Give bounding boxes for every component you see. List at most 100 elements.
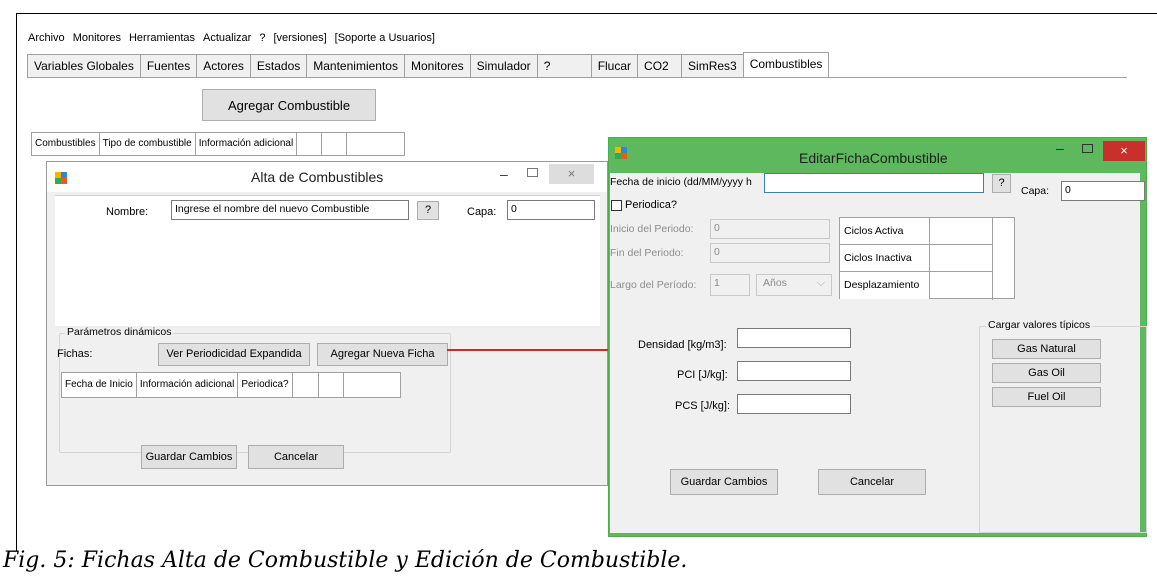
- col-empty-b: [319, 373, 344, 397]
- tab-flucar[interactable]: Flucar: [590, 54, 638, 78]
- tab-co2[interactable]: CO2: [637, 54, 682, 78]
- ciclos-activa-cell[interactable]: Ciclos Activa: [840, 218, 930, 245]
- ciclos-inactiva-cell[interactable]: Ciclos Inactiva: [840, 245, 930, 272]
- col-empty-3: [347, 133, 372, 155]
- minimize-icon[interactable]: –: [500, 166, 508, 182]
- fuel-grid-header: Combustibles Tipo de combustible Informa…: [31, 132, 405, 156]
- cargar-label: Cargar valores típicos: [986, 319, 1093, 331]
- fin-label: Fin del Periodo:: [610, 247, 684, 259]
- grid-line: [930, 244, 992, 245]
- edit-titlebar: EditarFichaCombustible – ×: [609, 138, 1146, 172]
- tab-mantenimientos[interactable]: Mantenimientos: [306, 54, 404, 78]
- tab-combustibles[interactable]: Combustibles: [742, 52, 830, 78]
- fecha-input[interactable]: [764, 173, 984, 193]
- figure-frame-top: [16, 13, 1157, 14]
- close-icon[interactable]: ×: [1103, 141, 1145, 161]
- col-periodica[interactable]: Periodica?: [238, 373, 293, 397]
- ver-periodicidad-button[interactable]: Ver Periodicidad Expandida: [158, 343, 310, 366]
- alta-capa-label: Capa:: [467, 206, 497, 218]
- menu-soporte[interactable]: [Soporte a Usuarios]: [335, 32, 435, 46]
- tab-actores[interactable]: Actores: [196, 54, 250, 78]
- densidad-label: Densidad [kg/m3]:: [638, 339, 727, 351]
- nombre-label: Nombre:: [106, 206, 149, 218]
- col-info[interactable]: Información adicional: [196, 133, 298, 155]
- desplazamiento-cell[interactable]: Desplazamiento: [840, 272, 930, 299]
- gas-oil-button[interactable]: Gas Oil: [992, 363, 1101, 383]
- app-icon: [615, 147, 627, 159]
- col-combustibles[interactable]: Combustibles: [32, 133, 100, 155]
- fichas-label: Fichas:: [57, 348, 93, 360]
- largo-label: Largo del Período:: [610, 279, 697, 291]
- fin-input[interactable]: 0: [710, 243, 830, 263]
- menu-archivo[interactable]: Archivo: [28, 32, 65, 46]
- edit-help-button[interactable]: ?: [992, 174, 1011, 193]
- unit-select[interactable]: Años ⌵: [756, 274, 832, 296]
- col-empty-a: [293, 373, 319, 397]
- menu-monitores[interactable]: Monitores: [73, 32, 121, 46]
- alta-help-button[interactable]: ?: [417, 201, 439, 220]
- pci-label: PCI [J/kg]:: [677, 369, 728, 381]
- tab-monitores[interactable]: Monitores: [403, 54, 470, 78]
- alta-capa-input[interactable]: 0: [507, 200, 595, 220]
- periodica-label: Periodica?: [625, 199, 677, 211]
- edit-save-button[interactable]: Guardar Cambios: [670, 469, 778, 495]
- menu-bar: Archivo Monitores Herramientas Actualiza…: [28, 32, 435, 46]
- chevron-down-icon: ⌵: [817, 277, 825, 289]
- menu-versiones[interactable]: [versiones]: [273, 32, 326, 46]
- largo-input[interactable]: 1: [710, 274, 750, 296]
- inicio-input[interactable]: 0: [710, 219, 830, 239]
- edit-title: EditarFichaCombustible: [799, 150, 948, 166]
- densidad-input[interactable]: [737, 328, 851, 348]
- tab-fuentes[interactable]: Fuentes: [139, 54, 197, 78]
- minimize-icon[interactable]: –: [1056, 140, 1064, 156]
- add-fuel-button[interactable]: Agregar Combustible: [202, 89, 376, 121]
- edit-capa-label: Capa:: [1021, 185, 1050, 197]
- edit-cancel-button[interactable]: Cancelar: [818, 469, 926, 495]
- edit-body: Fecha de inicio (dd/MM/yyyy h ? Capa: 0 …: [610, 173, 1147, 533]
- edit-capa-input[interactable]: 0: [1061, 181, 1145, 201]
- pci-input[interactable]: [737, 361, 851, 381]
- agregar-ficha-button[interactable]: Agregar Nueva Ficha: [317, 343, 448, 366]
- alta-cancel-button[interactable]: Cancelar: [248, 445, 344, 469]
- maximize-icon[interactable]: [1082, 144, 1093, 153]
- inicio-label: Inicio del Periodo:: [610, 223, 694, 235]
- edit-window: EditarFichaCombustible – × Fecha de inic…: [608, 137, 1147, 537]
- tab-baseline: [27, 77, 1127, 78]
- app-icon: [55, 172, 67, 184]
- pcs-label: PCS [J/kg]:: [675, 400, 731, 412]
- alta-save-button[interactable]: Guardar Cambios: [141, 445, 237, 469]
- gas-natural-button[interactable]: Gas Natural: [992, 339, 1101, 359]
- nombre-input[interactable]: Ingrese el nombre del nuevo Combustible: [171, 200, 409, 220]
- grid-line: [930, 271, 992, 272]
- tab-simulador[interactable]: Simulador: [469, 54, 537, 78]
- grid-line: [992, 218, 993, 300]
- col-tipo[interactable]: Tipo de combustible: [100, 133, 196, 155]
- menu-herramientas[interactable]: Herramientas: [129, 32, 195, 46]
- ciclos-grid: Ciclos Activa Ciclos Inactiva Desplazami…: [839, 217, 1015, 300]
- fuel-oil-button[interactable]: Fuel Oil: [992, 387, 1101, 407]
- tab-simres3[interactable]: SimRes3: [681, 54, 743, 78]
- col-fecha-inicio[interactable]: Fecha de Inicio: [62, 373, 137, 397]
- dyn-params-label: Parámetros dinámicos: [65, 326, 174, 338]
- col-info-adicional[interactable]: Información adicional: [137, 373, 239, 397]
- main-tabs: Variables Globales Fuentes Actores Estad…: [27, 52, 830, 78]
- fichas-grid-header: Fecha de Inicio Información adicional Pe…: [61, 372, 401, 398]
- figure-frame-left: [16, 13, 17, 551]
- menu-help[interactable]: ?: [259, 32, 265, 46]
- close-icon[interactable]: ×: [549, 164, 594, 184]
- maximize-icon[interactable]: [527, 168, 538, 177]
- menu-actualizar[interactable]: Actualizar: [203, 32, 251, 46]
- figure-caption: Fig. 5: Fichas Alta de Combustible y Edi…: [3, 548, 688, 573]
- fecha-label: Fecha de inicio (dd/MM/yyyy h: [610, 176, 752, 188]
- tab-variables-globales[interactable]: Variables Globales: [27, 54, 140, 78]
- col-empty-c: [344, 373, 369, 397]
- alta-window: Alta de Combustibles – × Nombre: Ingrese…: [46, 161, 608, 486]
- periodica-checkbox[interactable]: [611, 200, 622, 211]
- alta-title: Alta de Combustibles: [251, 169, 384, 185]
- pcs-input[interactable]: [737, 394, 851, 414]
- unit-select-value: Años: [763, 277, 787, 289]
- alta-titlebar: Alta de Combustibles – ×: [47, 162, 607, 192]
- tab-estados[interactable]: Estados: [249, 54, 307, 78]
- tab-question[interactable]: ?: [536, 54, 591, 78]
- col-empty-2: [322, 133, 348, 155]
